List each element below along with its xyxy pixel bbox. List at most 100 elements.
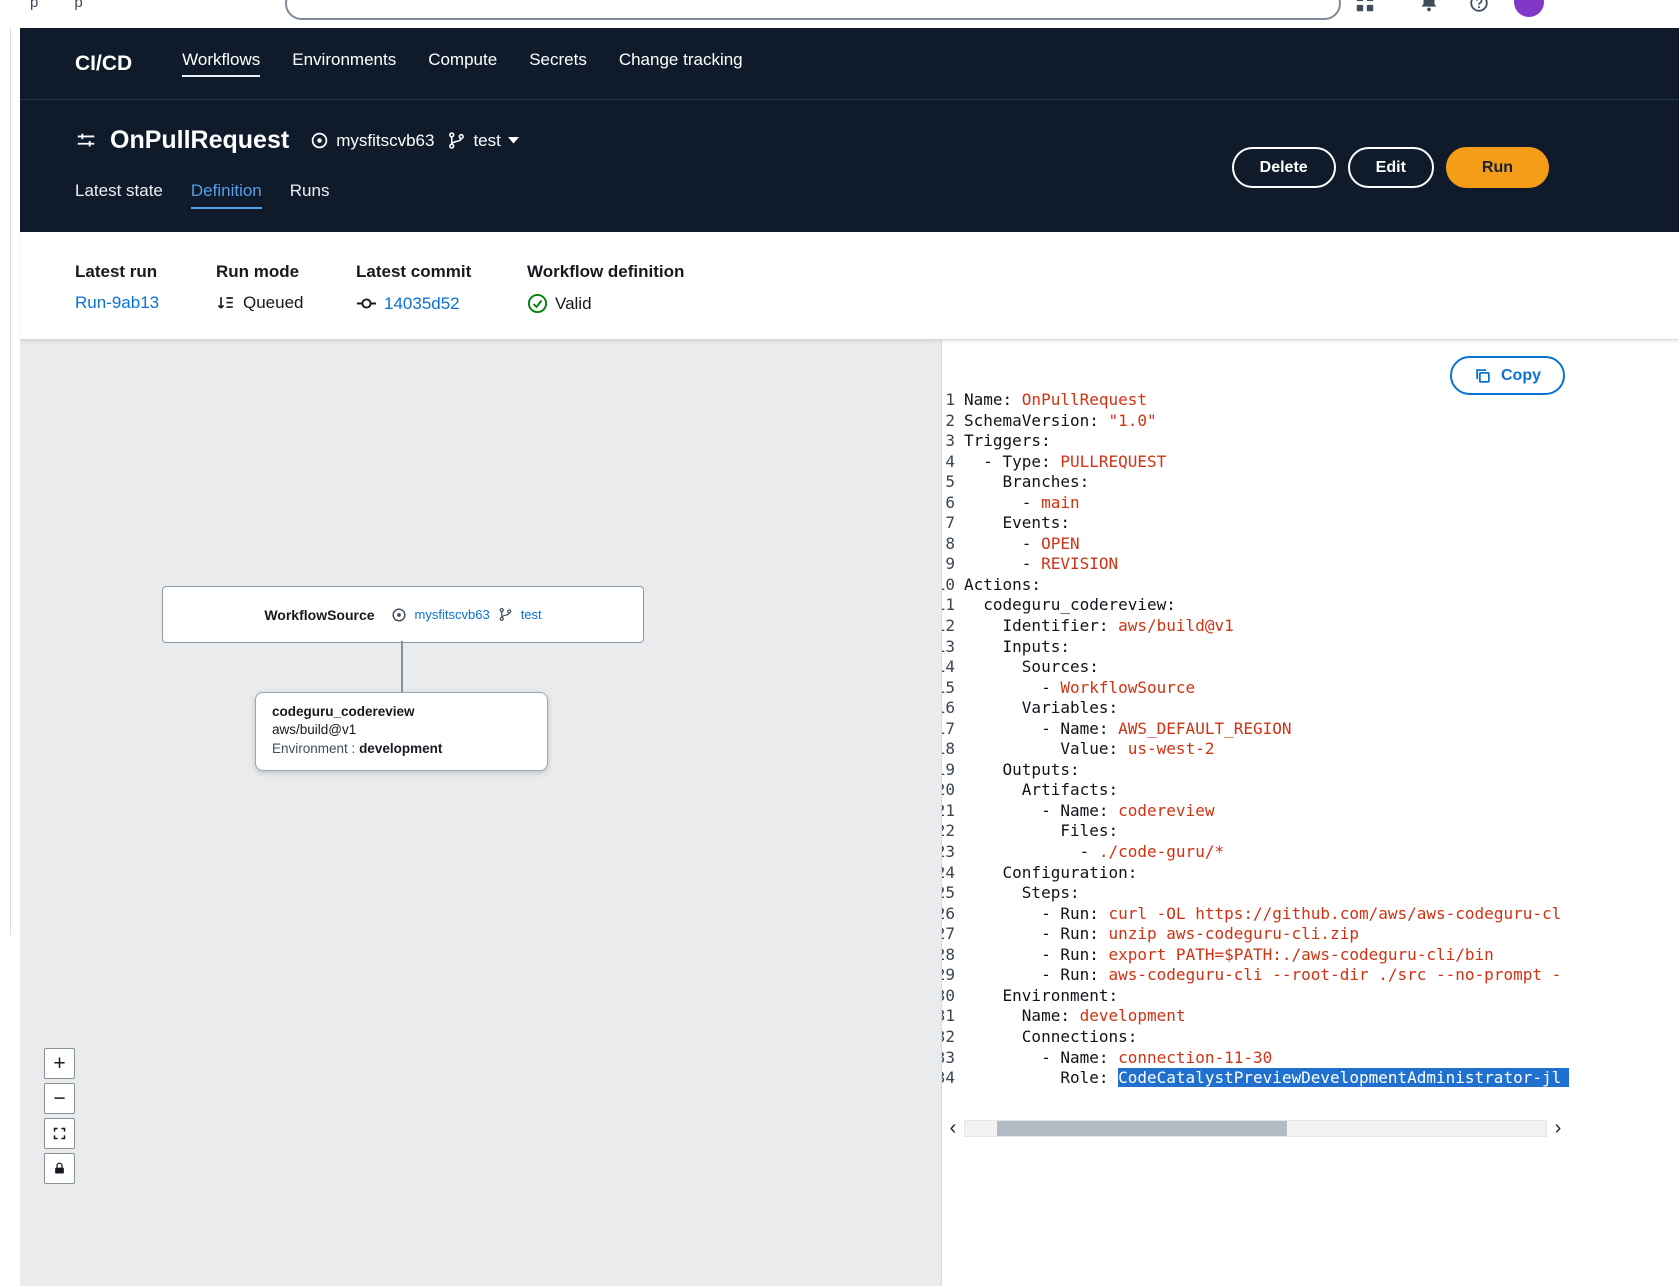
codecatalyst-page: pp CI/CD WorkflowsEnvironmentsComputeSec… [0, 0, 1679, 1286]
line-number: 24 [942, 863, 955, 884]
git-branch-icon [498, 607, 513, 622]
yaml-line: Connections: [964, 1027, 1569, 1048]
chevron-down-icon [508, 137, 519, 144]
notifications-bell-icon[interactable] [1418, 0, 1440, 14]
scroll-left-arrow[interactable]: ‹ [942, 1118, 964, 1138]
run-button[interactable]: Run [1446, 147, 1549, 188]
line-number: 4 [942, 452, 955, 473]
workflow-definition-view: WorkflowSource mysfitscvb63 test codegur… [20, 340, 1679, 1286]
yaml-line: Configuration: [964, 863, 1569, 884]
repo-group: mysfitscvb63 [310, 131, 434, 151]
yaml-line: - Type: PULLREQUEST [964, 452, 1569, 473]
codeguru-action-node[interactable]: codeguru_codereview aws/build@v1 Environ… [255, 692, 548, 771]
fit-to-screen-button[interactable] [44, 1118, 75, 1149]
copy-button[interactable]: Copy [1450, 356, 1565, 395]
workflow-diagram-canvas[interactable]: WorkflowSource mysfitscvb63 test codegur… [20, 340, 941, 1286]
yaml-code: Name: OnPullRequestSchemaVersion: "1.0"T… [955, 390, 1569, 1118]
repository-icon [310, 131, 329, 150]
global-search-input[interactable] [285, 0, 1341, 20]
line-number: 20 [942, 780, 955, 801]
latest-run-link[interactable]: Run-9ab13 [75, 293, 159, 313]
line-number: 2 [942, 411, 955, 432]
workflow-definition-value: Valid [555, 294, 592, 314]
yaml-code-viewer[interactable]: 1234567891011121314151617181920212223242… [942, 340, 1569, 1118]
line-number: 32 [942, 1027, 955, 1048]
valid-check-icon [527, 293, 548, 314]
subtab-definition[interactable]: Definition [191, 181, 262, 209]
yaml-line: Sources: [964, 657, 1569, 678]
yaml-line: - main [964, 493, 1569, 514]
yaml-line: Events: [964, 513, 1569, 534]
delete-button[interactable]: Delete [1232, 147, 1336, 188]
user-avatar[interactable] [1514, 0, 1544, 17]
workflow-actions: Delete Edit Run [1232, 147, 1549, 188]
line-number: 1 [942, 390, 955, 411]
line-number: 5 [942, 472, 955, 493]
yaml-line: Files: [964, 821, 1569, 842]
line-number: 18 [942, 739, 955, 760]
source-node-branch-link[interactable]: test [521, 607, 542, 622]
yaml-line: Variables: [964, 698, 1569, 719]
git-branch-icon [447, 131, 466, 150]
line-number: 34 [942, 1068, 955, 1089]
workflow-icon [75, 130, 97, 152]
latest-commit-link[interactable]: 14035d52 [384, 294, 460, 314]
cicd-nav-bar: CI/CD WorkflowsEnvironmentsComputeSecret… [20, 28, 1679, 100]
line-number: 15 [942, 678, 955, 699]
run-mode-value: Queued [243, 293, 304, 313]
line-number: 12 [942, 616, 955, 637]
workflow-source-node[interactable]: WorkflowSource mysfitscvb63 test [162, 586, 644, 643]
workflow-definition-column: Workflow definition Valid [527, 262, 684, 339]
line-number: 29 [942, 965, 955, 986]
yaml-line: Outputs: [964, 760, 1569, 781]
scroll-right-arrow[interactable]: › [1547, 1118, 1569, 1138]
line-number: 31 [942, 1006, 955, 1027]
line-number: 6 [942, 493, 955, 514]
yaml-line: Triggers: [964, 431, 1569, 452]
zoom-out-button[interactable]: − [44, 1083, 75, 1114]
yaml-line: - REVISION [964, 554, 1569, 575]
latest-commit-column: Latest commit 14035d52 [356, 262, 527, 339]
yaml-line: - Run: aws-codeguru-cli --root-dir ./src… [964, 965, 1569, 986]
selected-text: CodeCatalystPreviewDevelopmentAdministra… [1118, 1068, 1569, 1087]
edit-button[interactable]: Edit [1348, 147, 1434, 188]
yaml-line: Environment: [964, 986, 1569, 1007]
line-number: 28 [942, 945, 955, 966]
yaml-line: Actions: [964, 575, 1569, 596]
line-number: 19 [942, 760, 955, 781]
yaml-line: Steps: [964, 883, 1569, 904]
yaml-line: - Run: unzip aws-codeguru-cli.zip [964, 924, 1569, 945]
subtab-latest-state[interactable]: Latest state [75, 181, 163, 209]
action-node-environment: Environment : development [272, 741, 531, 756]
yaml-definition-panel: Copy 12345678910111213141516171819202122… [941, 340, 1569, 1286]
zoom-in-button[interactable]: + [44, 1048, 75, 1079]
nav-tab-compute[interactable]: Compute [428, 50, 497, 77]
line-number: 26 [942, 904, 955, 925]
yaml-line: Branches: [964, 472, 1569, 493]
line-number: 21 [942, 801, 955, 822]
workflow-edge-connector [401, 641, 403, 692]
source-node-repo-link[interactable]: mysfitscvb63 [415, 607, 490, 622]
help-icon[interactable] [1468, 0, 1490, 14]
line-number: 7 [942, 513, 955, 534]
nav-tab-workflows[interactable]: Workflows [182, 50, 260, 77]
line-number: 3 [942, 431, 955, 452]
workflow-definition-label: Workflow definition [527, 262, 684, 282]
scrollbar-track[interactable] [964, 1120, 1547, 1137]
line-number: 30 [942, 986, 955, 1007]
subtab-runs[interactable]: Runs [290, 181, 330, 209]
right-page-gutter [1569, 340, 1679, 1286]
yaml-line: Name: development [964, 1006, 1569, 1027]
nav-tab-environments[interactable]: Environments [292, 50, 396, 77]
yaml-line: - OPEN [964, 534, 1569, 555]
apps-grid-icon[interactable] [1354, 0, 1376, 14]
branch-selector[interactable]: test [447, 131, 518, 151]
scrollbar-thumb[interactable] [997, 1121, 1288, 1136]
nav-tabs: Workflows Environments Compute Secrets Chang… [182, 50, 742, 77]
latest-commit-label: Latest commit [356, 262, 527, 282]
lock-canvas-button[interactable] [44, 1153, 75, 1184]
workflow-title: OnPullRequest [110, 126, 289, 155]
copy-icon [1474, 367, 1492, 385]
nav-tab-change-tracking[interactable]: Change tracking [619, 50, 743, 77]
nav-tab-secrets[interactable]: Secrets [529, 50, 587, 77]
